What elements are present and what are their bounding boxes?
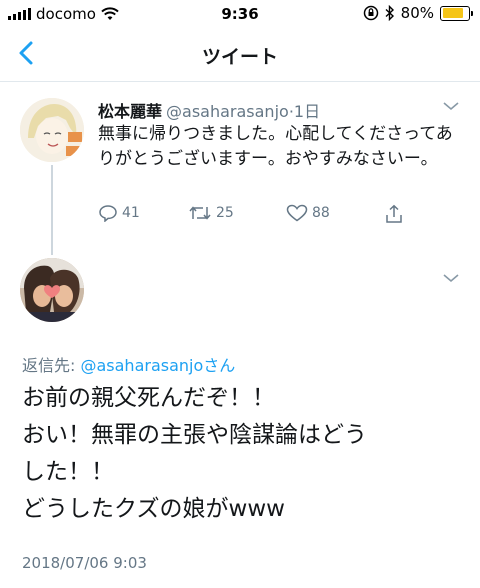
reply-icon	[99, 205, 117, 222]
navigation-bar: ツイート	[0, 30, 480, 82]
heart-icon	[286, 204, 308, 222]
battery-percent: 80%	[400, 4, 434, 22]
reply-to-label: 返信先: @asaharasanjoさん	[22, 352, 235, 376]
share-icon	[386, 204, 402, 223]
tweet-text-line: お前の親父死んだぞ！！	[22, 385, 275, 411]
reply-to-mention[interactable]: @asaharasanjo	[80, 356, 203, 375]
reply-to-suffix: さん	[203, 356, 236, 375]
battery-icon	[440, 5, 473, 21]
reply-count: 41	[122, 205, 140, 221]
tweet-text-line: おい！無罪の主張や陰謀論はどう	[22, 422, 367, 448]
page-title: ツイート	[201, 46, 278, 68]
thread-connector	[51, 165, 53, 255]
bluetooth-icon	[385, 5, 394, 21]
tweet-text-line: どうしたクズの娘がwww	[22, 496, 285, 522]
chevron-down-icon[interactable]	[442, 272, 460, 284]
tweet-text: お前の親父死んだぞ！！ おい！無罪の主張や陰謀論はどう した！！ どうしたクズの…	[22, 380, 472, 528]
status-right: 80%	[363, 4, 473, 22]
orientation-lock-icon	[363, 5, 378, 21]
like-count: 88	[312, 205, 330, 221]
user-handle: @asaharasanjo	[166, 102, 289, 121]
retweet-icon	[189, 206, 211, 220]
avatar[interactable]	[20, 258, 84, 322]
tweet-text-line: した！！	[22, 459, 114, 485]
chevron-down-icon[interactable]	[442, 100, 460, 112]
tweet-text: 無事に帰りつきました。心配してくださってありがとうございますー。おやすみなさいー…	[98, 124, 453, 169]
avatar-illustration	[20, 98, 84, 162]
reply-to-prefix: 返信先:	[22, 356, 81, 375]
tweet-age: ·1日	[288, 102, 321, 121]
retweet-button[interactable]: 25	[188, 204, 234, 222]
tweet-actions: 41 25 88	[98, 204, 458, 230]
avatar-photo	[20, 258, 84, 322]
author-name-hidden	[100, 268, 330, 282]
like-button[interactable]: 88	[286, 204, 330, 222]
retweet-count: 25	[216, 205, 234, 221]
status-bar: docomo 9:36 80%	[0, 0, 480, 30]
tweet-timestamp: 2018/07/06 9:03	[22, 554, 147, 572]
avatar[interactable]	[20, 98, 84, 162]
battery-level	[442, 8, 463, 18]
share-button[interactable]	[384, 204, 404, 224]
display-name[interactable]: 松本麗華	[98, 102, 162, 121]
reply-button[interactable]: 41	[98, 204, 140, 222]
tweet-author[interactable]: 松本麗華 @asaharasanjo·1日	[98, 98, 320, 122]
